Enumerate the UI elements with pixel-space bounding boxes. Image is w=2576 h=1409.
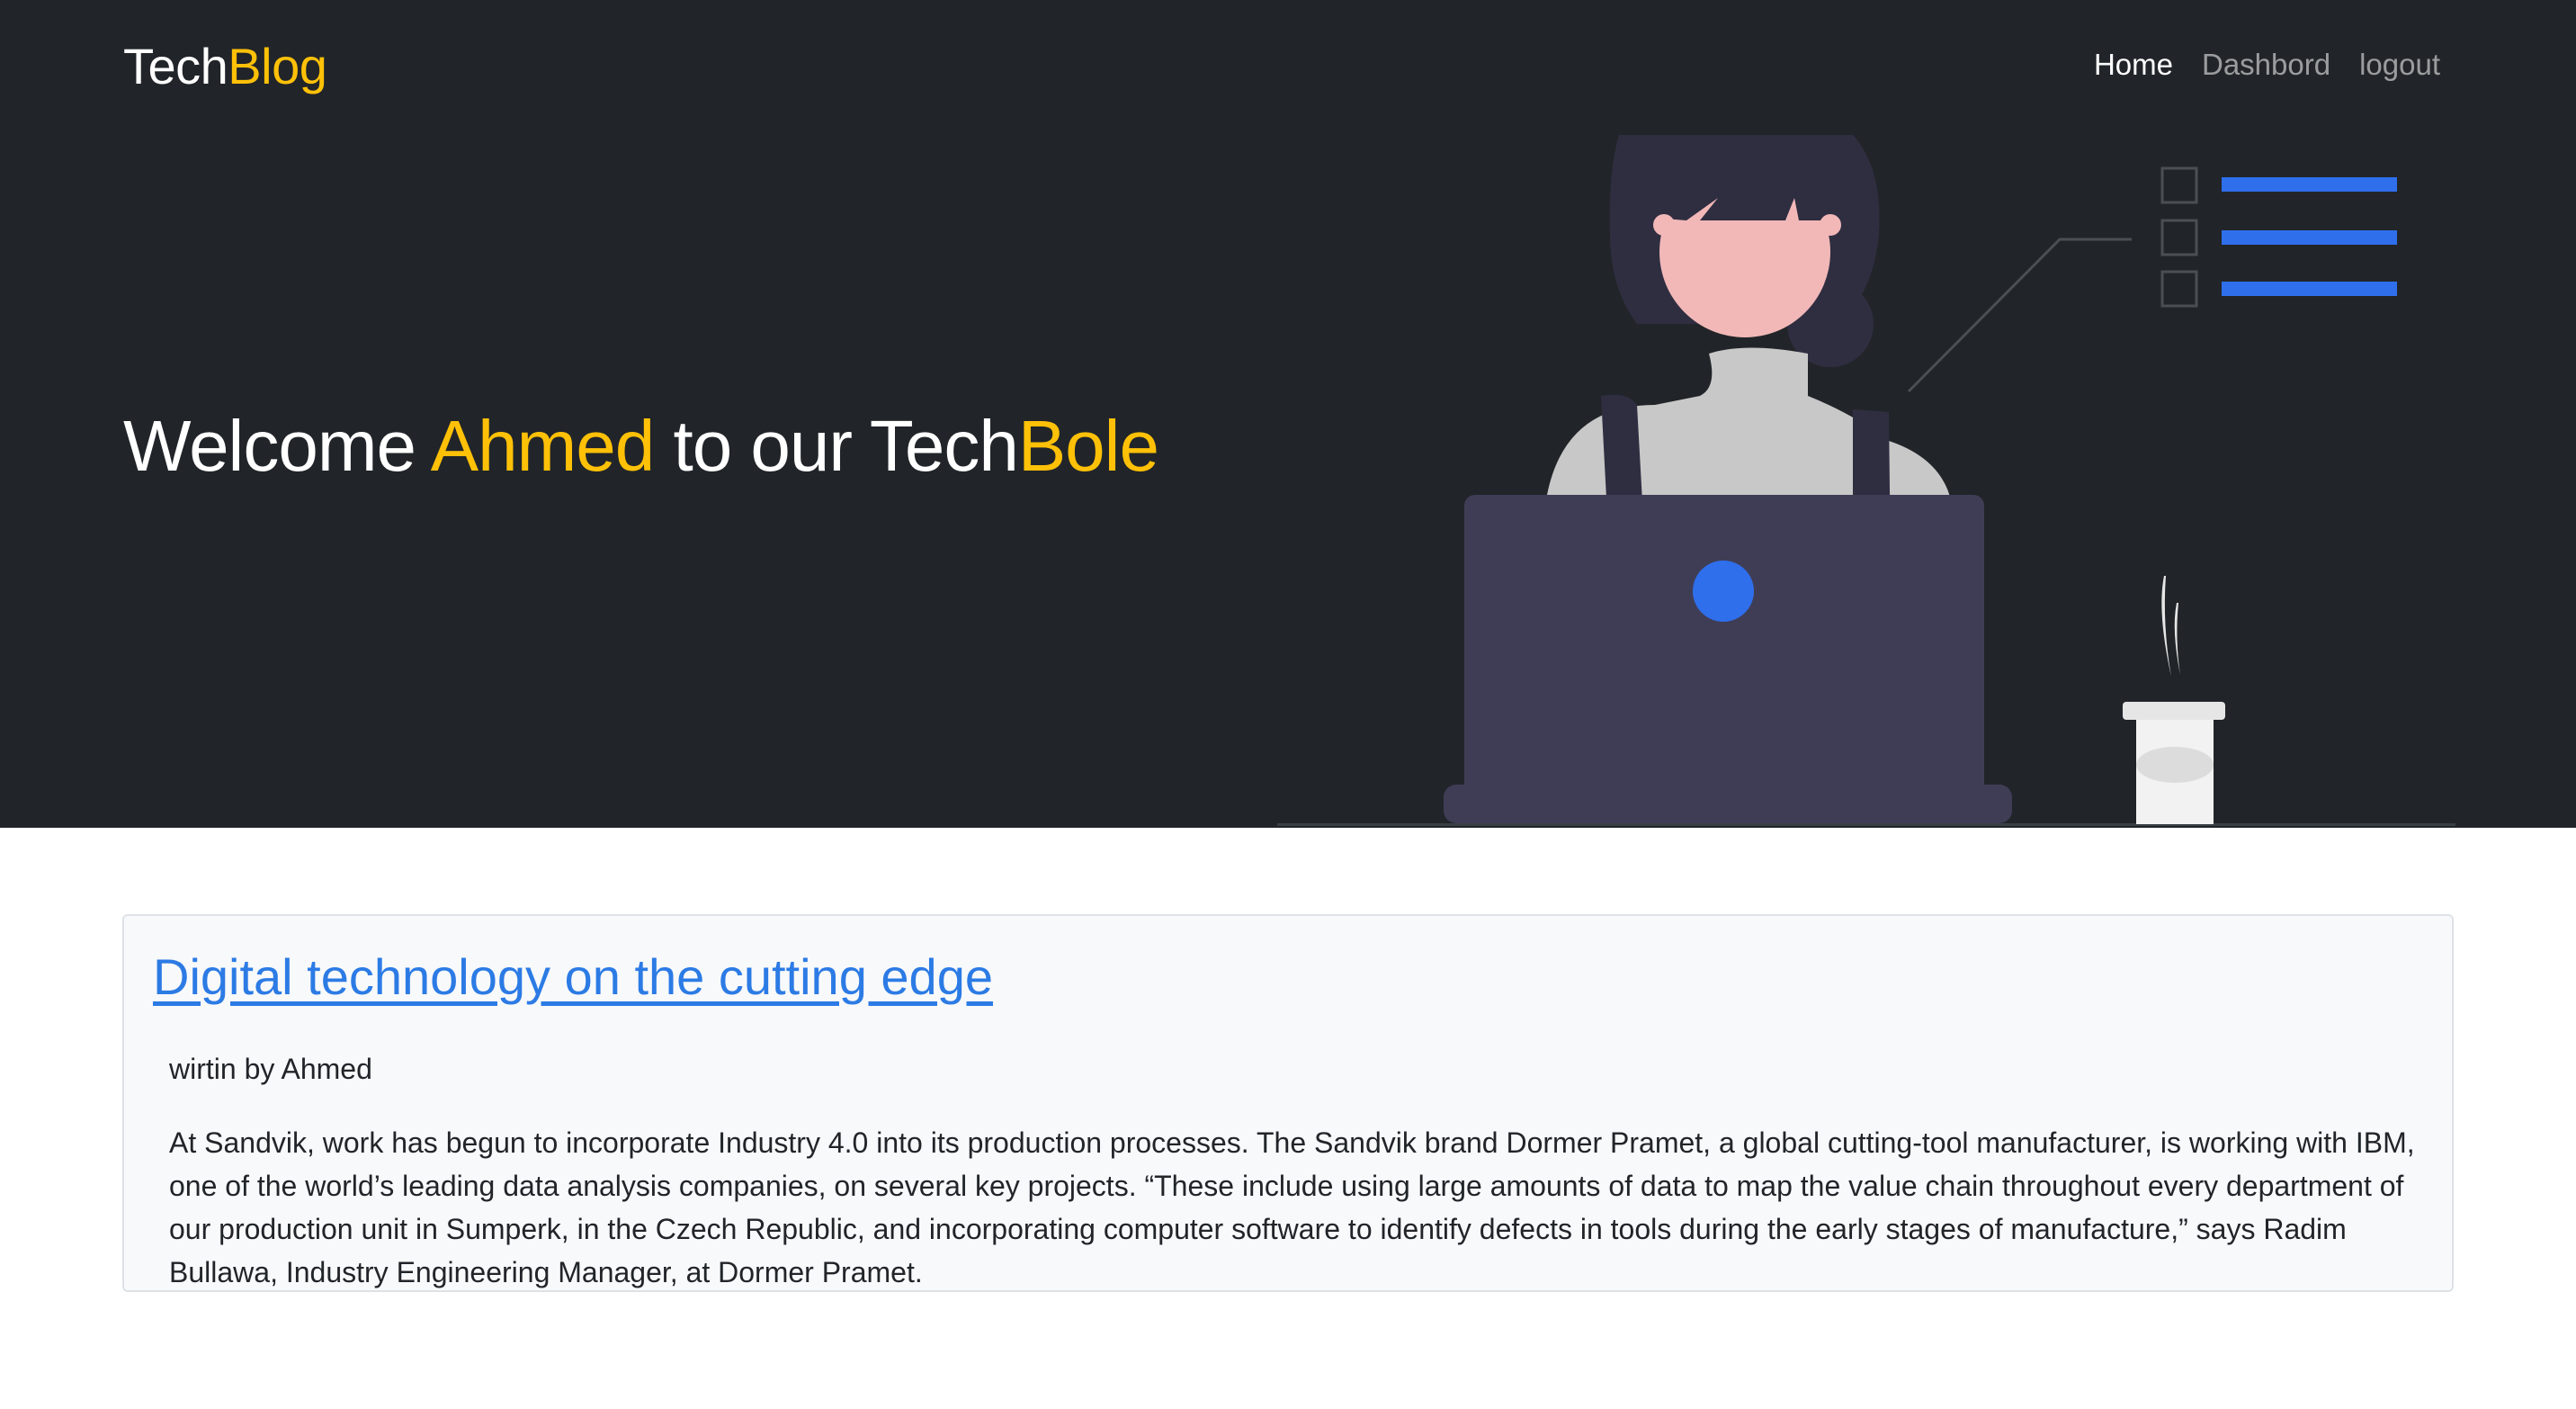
checklist-box-3 bbox=[2160, 270, 2198, 308]
welcome-accent-end: Bole bbox=[1017, 406, 1159, 486]
hero-section: TechBlog Home Dashbord logout Welcome Ah… bbox=[0, 0, 2576, 828]
laptop-logo bbox=[1693, 561, 1754, 622]
checklist-line-1 bbox=[2222, 177, 2397, 192]
nav-home-link[interactable]: Home bbox=[2094, 43, 2173, 86]
main-nav: Home Dashbord logout bbox=[2094, 43, 2440, 86]
welcome-headline: Welcome Ahmed to our TechBole bbox=[123, 401, 1159, 491]
ear-left bbox=[1653, 214, 1675, 236]
nav-dashboard-link[interactable]: Dashbord bbox=[2202, 43, 2330, 86]
woman-laptop-illustration bbox=[1277, 135, 2455, 826]
laptop-lid bbox=[1464, 495, 1984, 805]
ground-line bbox=[1277, 823, 2455, 826]
cup-sleeve bbox=[2136, 747, 2214, 783]
brand-logo[interactable]: TechBlog bbox=[123, 34, 327, 99]
checklist-line-2 bbox=[2222, 230, 2397, 245]
checklist-box-2 bbox=[2160, 219, 2198, 256]
post-card: Digital technology on the cutting edge w… bbox=[122, 914, 2454, 1292]
ear-right bbox=[1820, 214, 1841, 236]
checklist-pointer bbox=[1907, 238, 2132, 393]
post-byline: wirtin by Ahmed bbox=[169, 1053, 372, 1085]
welcome-user: Ahmed bbox=[430, 406, 655, 486]
post-body: At Sandvik, work has begun to incorporat… bbox=[169, 1126, 2415, 1288]
checklist-box-1 bbox=[2160, 166, 2198, 204]
cup-lid bbox=[2123, 702, 2225, 720]
post-title-link[interactable]: Digital technology on the cutting edge bbox=[153, 945, 993, 1010]
checklist-line-3 bbox=[2222, 282, 2397, 296]
welcome-middle: to our Tech bbox=[654, 406, 1018, 486]
brand-main: Tech bbox=[123, 38, 228, 94]
welcome-text: Welcome bbox=[123, 406, 431, 486]
brand-accent: Blog bbox=[228, 38, 327, 94]
laptop-base bbox=[1444, 785, 2012, 823]
nav-logout-link[interactable]: logout bbox=[2359, 43, 2440, 86]
steam-2 bbox=[2174, 603, 2180, 675]
steam-1 bbox=[2161, 576, 2171, 677]
